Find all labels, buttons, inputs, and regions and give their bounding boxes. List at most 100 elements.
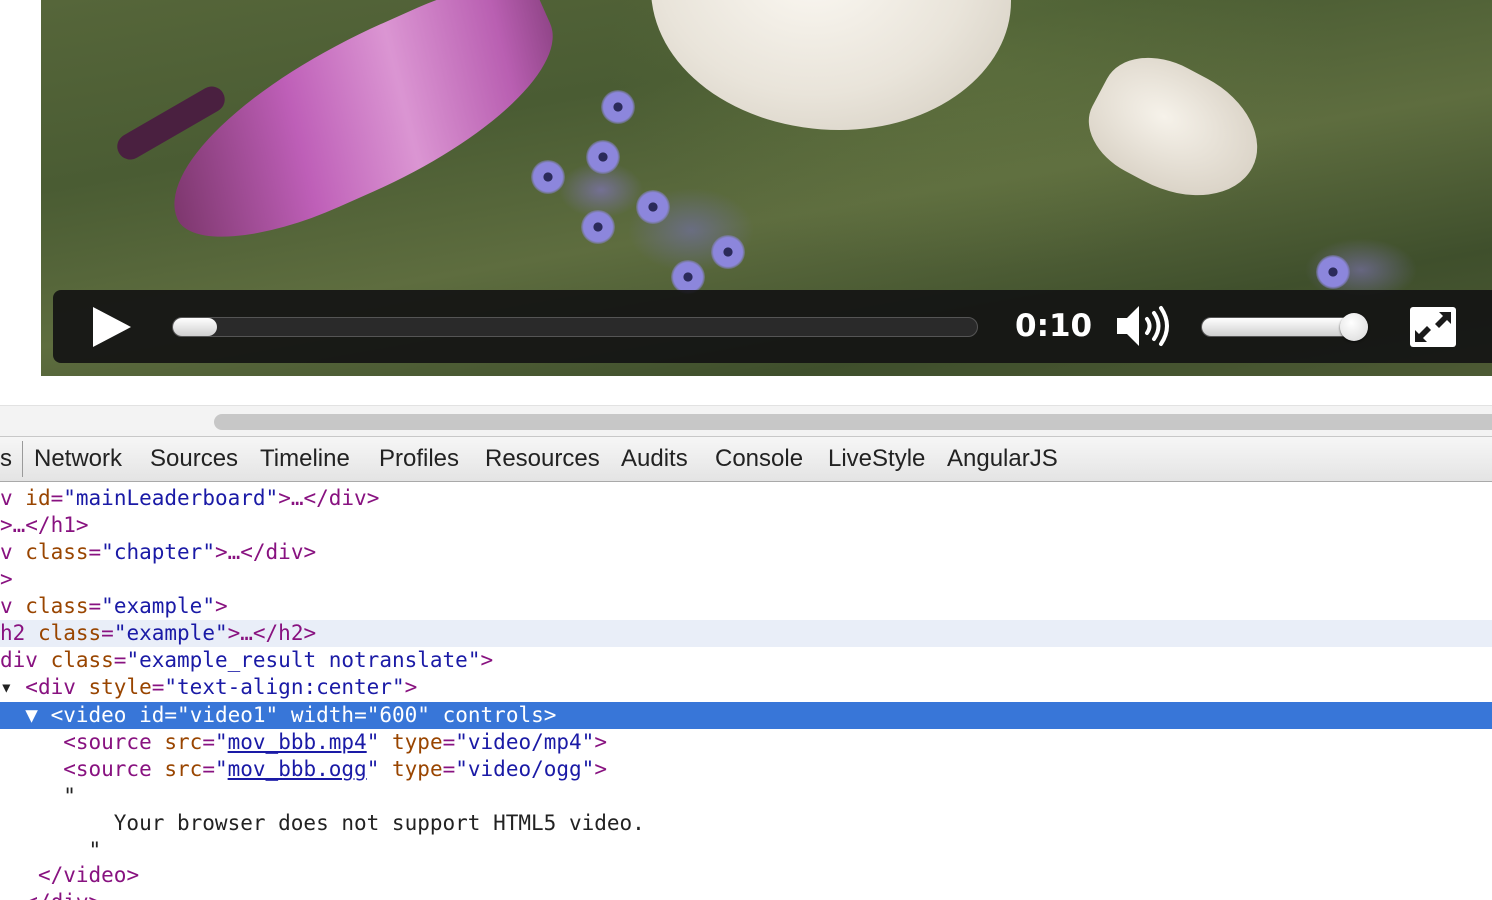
dom-token: " (366, 730, 380, 754)
video-frame-bunny (651, 0, 1011, 130)
video-frame-flower (531, 160, 565, 194)
video-frame-flower (711, 235, 745, 269)
tab-console[interactable]: Console (715, 443, 803, 475)
play-button[interactable] (91, 307, 131, 347)
dom-token: type (392, 730, 443, 754)
dom-tree-node[interactable]: v id="mainLeaderboard">…</div> (0, 485, 1492, 512)
dom-token: v (0, 486, 26, 510)
dom-token: "video/mp4" (455, 730, 595, 754)
tab-profiles[interactable]: Profiles (379, 443, 459, 475)
dom-token: src (164, 730, 203, 754)
video-controls: 0:10 (53, 290, 1492, 363)
dom-token: = (50, 486, 64, 510)
dom-token: = (442, 730, 456, 754)
mute-button[interactable] (1117, 304, 1175, 348)
dom-token (379, 730, 392, 754)
dom-token: > (480, 648, 494, 672)
dom-token: src (164, 757, 203, 781)
dom-token: >…</h1> (0, 513, 89, 537)
dom-token: " (214, 730, 228, 754)
dom-tree-node[interactable]: </video> (0, 862, 1492, 889)
resource-link[interactable]: mov_bbb.mp4 (228, 730, 367, 754)
dom-token: id (139, 703, 165, 727)
dom-token: ▾ (0, 675, 26, 699)
dom-token: class (50, 648, 114, 672)
dom-token: = (151, 675, 165, 699)
dom-tree-node[interactable]: h2 class="example">…</h2> (0, 620, 1492, 647)
dom-token: = (202, 730, 215, 754)
horizontal-scrollbar[interactable] (0, 405, 1492, 436)
dom-token: </video> (37, 863, 140, 887)
dom-token: v (0, 540, 26, 564)
dom-token: > (214, 594, 228, 618)
dom-token (278, 703, 291, 727)
dom-token: id (25, 486, 51, 510)
dom-token: "video/ogg" (455, 757, 595, 781)
dom-tree-node[interactable]: v class="example"> (0, 593, 1492, 620)
dom-token: v (0, 594, 26, 618)
dom-tree-node[interactable]: <source src="mov_bbb.ogg" type="video/og… (0, 756, 1492, 783)
volume-slider-fill (1202, 318, 1354, 336)
dom-tree-node[interactable]: ▾ <div style="text-align:center"> (0, 674, 1492, 701)
tab-sources[interactable]: Sources (150, 443, 238, 475)
dom-token: type (392, 757, 443, 781)
dom-token: = (164, 703, 178, 727)
dom-tree-node-selected[interactable]: ▼ <video id="video1" width="600" control… (0, 702, 1492, 729)
dom-token: " (0, 784, 76, 808)
play-icon (93, 307, 131, 347)
dom-token (0, 890, 25, 900)
dom-token (0, 863, 38, 887)
dom-token: <source (63, 730, 165, 754)
volume-slider-handle[interactable] (1339, 313, 1368, 341)
seek-slider-fill (173, 318, 217, 336)
dom-token: "chapter" (101, 540, 215, 564)
dom-tree-node[interactable]: v class="chapter">…</div> (0, 539, 1492, 566)
horizontal-scrollbar-thumb[interactable] (214, 414, 1492, 430)
dom-tree-node[interactable]: Your browser does not support HTML5 vide… (0, 810, 1492, 837)
dom-token: "video1" (177, 703, 279, 727)
dom-tree-node[interactable]: >…</h1> (0, 512, 1492, 539)
tab-timeline[interactable]: Timeline (260, 443, 350, 475)
tab-elements[interactable]: s (0, 443, 12, 475)
dom-token: >…</div> (278, 486, 380, 510)
fullscreen-icon (1410, 307, 1456, 347)
fullscreen-button[interactable] (1409, 306, 1457, 348)
video-frame-flower (1316, 255, 1350, 289)
dom-token: <video (50, 703, 140, 727)
resource-link[interactable]: mov_bbb.ogg (228, 757, 367, 781)
tab-resources[interactable]: Resources (485, 443, 600, 475)
dom-token: class (25, 594, 89, 618)
tab-livestyle[interactable]: LiveStyle (828, 443, 925, 475)
dom-token: class (37, 621, 102, 645)
dom-token: = (354, 703, 367, 727)
dom-token: "example" (101, 594, 215, 618)
dom-token: "example" (113, 621, 228, 645)
dom-token: width (290, 703, 355, 727)
dom-token: <source (63, 757, 165, 781)
dom-token: div (0, 648, 51, 672)
dom-tree-node[interactable]: <source src="mov_bbb.mp4" type="video/mp… (0, 729, 1492, 756)
dom-tree-node[interactable]: </div> (0, 889, 1492, 900)
dom-token: >…</h2> (227, 621, 317, 645)
video-frame-flower (636, 190, 670, 224)
tab-network[interactable]: Network (34, 443, 122, 475)
dom-tree-node[interactable]: div class="example_result notranslate"> (0, 647, 1492, 674)
elements-panel: v id="mainLeaderboard">…</div> >…</h1> v c… (0, 481, 1492, 900)
tab-audits[interactable]: Audits (621, 443, 688, 475)
volume-slider[interactable] (1201, 313, 1368, 341)
seek-slider[interactable] (172, 317, 978, 337)
tab-angularjs[interactable]: AngularJS (947, 443, 1058, 475)
video-frame-flower (586, 140, 620, 174)
dom-token: Your browser does not support HTML5 vide… (0, 811, 645, 835)
dom-tree-node[interactable]: " (0, 837, 1492, 864)
dom-token: class (25, 540, 89, 564)
dom-token: = (101, 621, 114, 645)
dom-tree-node[interactable]: > (0, 566, 1492, 593)
dom-tree-node[interactable]: " (0, 783, 1492, 810)
dom-token: = (88, 594, 102, 618)
dom-token (0, 757, 63, 781)
dom-token: > (543, 703, 557, 727)
video-frame-flower (671, 260, 705, 294)
dom-token: = (88, 540, 102, 564)
dom-token: > (594, 757, 607, 781)
